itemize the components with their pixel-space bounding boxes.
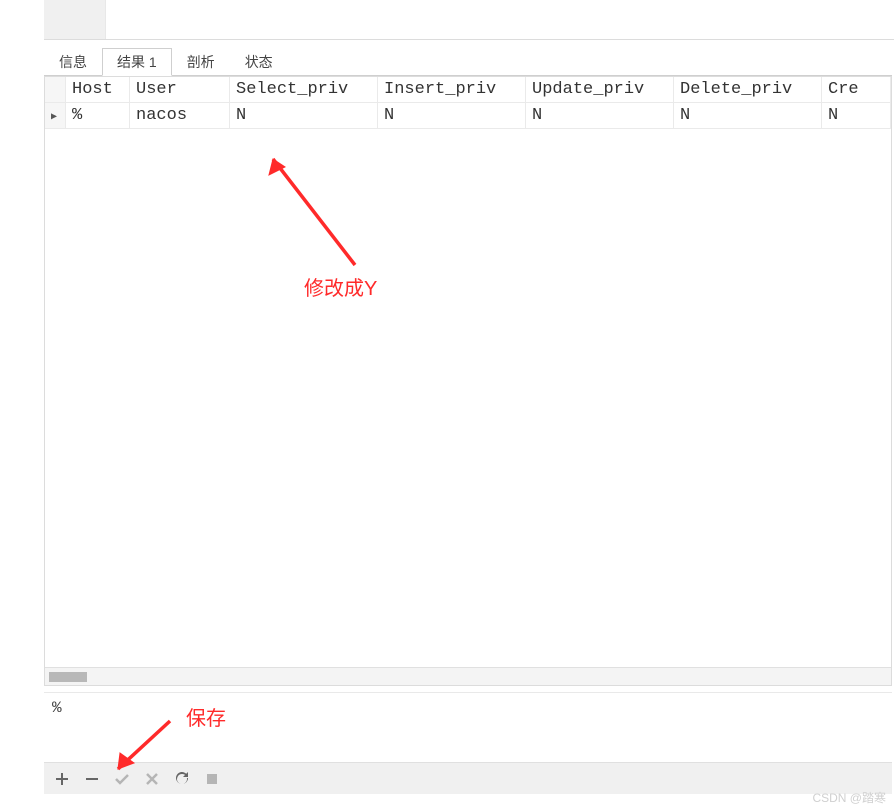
record-info-text: %	[52, 699, 62, 717]
col-header-create-priv[interactable]: Cre	[822, 77, 891, 103]
delete-record-button[interactable]	[82, 769, 102, 789]
col-header-delete-priv[interactable]: Delete_priv	[674, 77, 822, 103]
x-icon	[145, 772, 159, 786]
col-header-host[interactable]: Host	[66, 77, 130, 103]
editor-divider	[44, 39, 894, 40]
col-header-update-priv[interactable]: Update_priv	[526, 77, 674, 103]
grid-header-row: Host User Select_priv Insert_priv Update…	[45, 77, 891, 103]
table-row[interactable]: ▶ % nacos N N N N N	[45, 103, 891, 129]
cell-user[interactable]: nacos	[130, 103, 230, 129]
col-header-insert-priv[interactable]: Insert_priv	[378, 77, 526, 103]
tab-profile[interactable]: 剖析	[172, 48, 230, 75]
result-tabs: 信息 结果 1 剖析 状态	[44, 48, 892, 76]
cell-update-priv[interactable]: N	[526, 103, 674, 129]
cancel-changes-button[interactable]	[142, 769, 162, 789]
result-grid[interactable]: Host User Select_priv Insert_priv Update…	[44, 76, 892, 686]
refresh-button[interactable]	[172, 769, 192, 789]
cell-create-priv[interactable]: N	[822, 103, 891, 129]
cell-delete-priv[interactable]: N	[674, 103, 822, 129]
col-header-user[interactable]: User	[130, 77, 230, 103]
stop-icon	[205, 772, 219, 786]
col-header-select-priv[interactable]: Select_priv	[230, 77, 378, 103]
refresh-icon	[174, 771, 190, 787]
check-icon	[114, 771, 130, 787]
record-toolbar	[44, 762, 892, 794]
plus-icon	[54, 771, 70, 787]
apply-changes-button[interactable]	[112, 769, 132, 789]
cell-insert-priv[interactable]: N	[378, 103, 526, 129]
watermark: CSDN @踏寒	[812, 789, 886, 806]
current-row-marker-icon: ▶	[51, 112, 57, 123]
cell-host[interactable]: %	[66, 103, 130, 129]
scrollbar-thumb[interactable]	[49, 672, 87, 682]
grid-horizontal-scrollbar[interactable]	[45, 667, 891, 685]
add-record-button[interactable]	[52, 769, 72, 789]
tab-info[interactable]: 信息	[44, 48, 102, 75]
record-info-row: %	[44, 692, 892, 760]
stop-button[interactable]	[202, 769, 222, 789]
minus-icon	[84, 771, 100, 787]
tab-result-1[interactable]: 结果 1	[102, 48, 172, 76]
editor-gutter	[44, 0, 106, 40]
tab-status[interactable]: 状态	[230, 48, 288, 75]
row-handle[interactable]: ▶	[45, 103, 66, 129]
row-handle-header	[45, 77, 66, 103]
cell-select-priv[interactable]: N	[230, 103, 378, 129]
